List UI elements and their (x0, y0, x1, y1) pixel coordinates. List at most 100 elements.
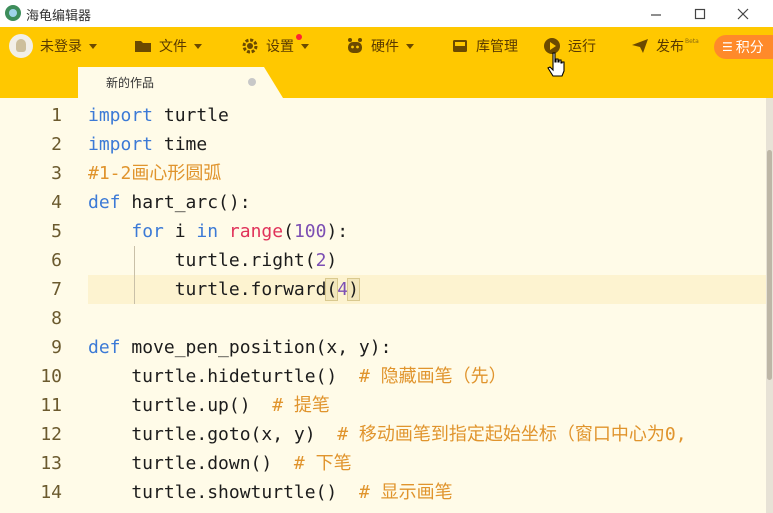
code-token: 4 (337, 279, 349, 300)
line-number: 1 (51, 105, 62, 126)
code-token: ) (347, 278, 360, 301)
code-token: turtle.hideturtle() (88, 366, 359, 387)
minimize-button[interactable] (633, 0, 678, 27)
library-label: 库管理 (476, 39, 518, 55)
code-token: import (88, 105, 154, 126)
code-token: turtle.down() (88, 453, 294, 474)
line-number: 7 (51, 279, 62, 300)
code-token: time (153, 134, 208, 155)
code-line[interactable]: def move_pen_position(x, y): (88, 333, 391, 362)
code-line[interactable]: #1-2画心形圆弧 (88, 159, 221, 188)
code-line[interactable]: import time (88, 130, 207, 159)
code-line[interactable]: for i in range(100): (88, 217, 348, 246)
code-line[interactable]: import turtle (88, 101, 229, 130)
code-line[interactable]: def hart_arc(): (88, 188, 251, 217)
code-token: turtle.right( (88, 250, 316, 271)
code-token: # 下笔 (293, 453, 352, 474)
close-icon (737, 8, 748, 19)
title-bar: 海龟编辑器 (0, 0, 773, 27)
library-button[interactable]: 库管理 (451, 27, 518, 65)
line-number: 8 (51, 308, 62, 329)
code-token: ) (326, 250, 338, 271)
minimize-icon (650, 13, 661, 16)
line-number: 10 (40, 366, 62, 387)
notification-dot (296, 34, 302, 40)
line-number: 9 (51, 337, 62, 358)
publish-button[interactable]: 发布 Beta (631, 27, 699, 65)
code-token: # 显示画笔 (358, 482, 453, 503)
hardware-label: 硬件 (371, 39, 399, 55)
points-button[interactable]: ☰ 积分 (714, 35, 773, 59)
login-label: 未登录 (40, 39, 82, 55)
code-token: turtle.forward (88, 279, 327, 300)
code-token: move_pen_position(x, y): (120, 337, 392, 358)
code-token: 2 (315, 250, 327, 271)
code-token: 100 (293, 221, 327, 242)
line-number: 6 (51, 250, 62, 271)
close-button[interactable] (720, 0, 765, 27)
run-label: 运行 (568, 39, 596, 55)
code-token: ( (283, 221, 294, 242)
chevron-down-icon (301, 43, 309, 49)
file-menu[interactable]: 文件 (134, 27, 202, 65)
code-line[interactable]: turtle.showturtle() # 显示画笔 (88, 478, 453, 507)
line-number: 5 (51, 221, 62, 242)
robot-icon (348, 38, 362, 53)
settings-label: 设置 (266, 39, 294, 55)
line-number: 14 (40, 482, 62, 503)
line-number: 2 (51, 134, 62, 155)
line-number: 11 (40, 395, 62, 416)
settings-menu[interactable]: 设置 (241, 27, 309, 65)
points-icon: ☰ (722, 40, 733, 54)
code-token: i (163, 221, 197, 242)
chevron-down-icon (406, 43, 414, 49)
app-logo-icon (5, 5, 21, 21)
code-token: import (88, 134, 154, 155)
code-token: for (131, 221, 164, 242)
maximize-button[interactable] (677, 0, 722, 27)
code-token: turtle.showturtle() (88, 482, 359, 503)
line-number: 12 (40, 424, 62, 445)
avatar-icon (9, 34, 33, 58)
inbox-icon (453, 40, 467, 52)
code-token: #1-2画心形圆弧 (88, 163, 222, 184)
chevron-down-icon (194, 43, 202, 49)
code-token: in (196, 221, 219, 242)
code-token: turtle.goto(x, y) (88, 424, 338, 445)
code-token: def (88, 337, 121, 358)
hand-cursor-icon (547, 52, 565, 77)
code-token: ( (325, 278, 339, 301)
code-line[interactable]: turtle.goto(x, y) # 移动画笔到指定起始坐标（窗口中心为0, (88, 420, 687, 449)
login-button[interactable]: 未登录 (9, 27, 97, 65)
line-number: 4 (51, 192, 62, 213)
code-line[interactable]: turtle.down() # 下笔 (88, 449, 352, 478)
code-token: turtle.up() (88, 395, 273, 416)
code-token: hart_arc(): (120, 192, 251, 213)
line-number-gutter: 1 2 3 4 5 6 7 8 9 10 11 12 13 14 (0, 98, 78, 513)
code-token: def (88, 192, 121, 213)
line-number: 3 (51, 163, 62, 184)
gear-icon (242, 38, 258, 54)
folder-icon (135, 41, 151, 52)
code-token: # 提笔 (272, 395, 330, 416)
code-line[interactable]: turtle.forward(4) (88, 275, 360, 304)
tab-label: 新的作品 (106, 76, 155, 90)
code-token: range (228, 221, 284, 242)
file-label: 文件 (159, 39, 187, 55)
hardware-menu[interactable]: 硬件 (346, 27, 414, 65)
paper-plane-icon (632, 39, 648, 53)
code-token: # 隐藏画笔（先） (358, 366, 507, 387)
line-number: 13 (40, 453, 62, 474)
code-token: turtle (153, 105, 229, 126)
points-label: 积分 (735, 40, 764, 56)
code-line[interactable]: turtle.hideturtle() # 隐藏画笔（先） (88, 362, 507, 391)
code-line[interactable]: turtle.right(2) (88, 246, 338, 275)
scrollbar-thumb[interactable] (767, 150, 772, 380)
chevron-down-icon (89, 43, 97, 49)
code-token: # 移动画笔到指定起始坐标（窗口中心为0, (337, 424, 687, 445)
unsaved-dot-icon[interactable] (248, 78, 256, 86)
beta-badge: Beta (685, 37, 699, 45)
code-line[interactable]: turtle.up() # 提笔 (88, 391, 330, 420)
